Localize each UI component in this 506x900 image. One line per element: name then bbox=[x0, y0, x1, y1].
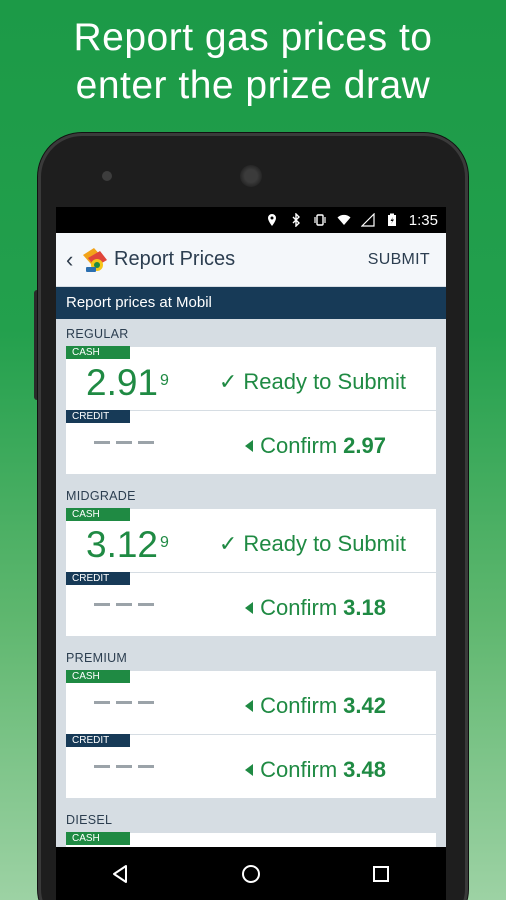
credit-badge: CREDIT bbox=[66, 410, 130, 423]
promo-headline: Report gas prices to enter the prize dra… bbox=[0, 14, 506, 110]
confirm-value: 3.18 bbox=[343, 595, 386, 620]
confirm-button[interactable]: Confirm 2.97 bbox=[245, 433, 386, 459]
phone-screen: 1:35 ‹ Report Prices SUBMIT Report price… bbox=[56, 207, 446, 900]
grade-section-diesel: DIESEL CASH bbox=[56, 805, 446, 847]
grade-label: REGULAR bbox=[66, 327, 129, 341]
credit-price-row[interactable]: CREDIT Confirm 3.18 bbox=[66, 572, 436, 637]
status-bar: 1:35 bbox=[56, 207, 446, 233]
system-nav-bar bbox=[56, 847, 446, 900]
credit-badge: CREDIT bbox=[66, 572, 130, 585]
cash-price-row[interactable]: CASH Confirm 3.42 bbox=[66, 670, 436, 735]
confirm-label: Confirm bbox=[260, 693, 338, 718]
page-title: Report Prices bbox=[114, 248, 236, 270]
credit-badge: CREDIT bbox=[66, 734, 130, 747]
status-time: 1:35 bbox=[408, 211, 438, 229]
confirm-value: 3.48 bbox=[343, 757, 386, 782]
grade-label: MIDGRADE bbox=[66, 489, 136, 503]
empty-price-dashes bbox=[94, 699, 154, 705]
cash-price-row[interactable]: CASH 2.91 9 ✓ Ready to Submit bbox=[66, 346, 436, 411]
credit-price-row[interactable]: CREDIT Confirm 3.48 bbox=[66, 734, 436, 799]
nav-home-button[interactable] bbox=[221, 847, 281, 900]
headline-line-2: enter the prize draw bbox=[75, 64, 431, 107]
empty-price-dashes bbox=[94, 601, 154, 607]
nav-back-button[interactable] bbox=[91, 847, 151, 900]
wifi-icon bbox=[337, 214, 351, 225]
grade-label: PREMIUM bbox=[66, 651, 128, 665]
recents-square-icon bbox=[373, 865, 389, 882]
confirm-label: Confirm bbox=[260, 433, 338, 458]
cash-price-row[interactable]: CASH bbox=[66, 832, 436, 847]
price-value: 2.91 9 bbox=[86, 363, 169, 403]
empty-price-dashes bbox=[94, 763, 154, 769]
confirm-label: Confirm bbox=[260, 595, 338, 620]
home-circle-icon bbox=[242, 864, 260, 883]
confirm-value: 3.42 bbox=[343, 693, 386, 718]
grade-section-regular: REGULAR CASH 2.91 9 ✓ Ready to Submit CRE… bbox=[56, 319, 446, 475]
back-triangle-icon bbox=[113, 864, 127, 883]
price-main: 3.12 bbox=[86, 524, 159, 565]
price-tenth: 9 bbox=[160, 372, 169, 389]
price-main: 2.91 bbox=[86, 362, 159, 403]
cash-price-row[interactable]: CASH 3.12 9 ✓ Ready to Submit bbox=[66, 508, 436, 573]
cash-badge: CASH bbox=[66, 832, 130, 845]
app-bar: ‹ Report Prices SUBMIT bbox=[56, 233, 446, 287]
submit-button[interactable]: SUBMIT bbox=[368, 251, 430, 269]
triangle-left-icon bbox=[245, 440, 254, 452]
gas-app-logo bbox=[83, 247, 107, 272]
confirm-value: 2.97 bbox=[343, 433, 386, 458]
bluetooth-icon bbox=[292, 213, 300, 227]
price-value: 3.12 9 bbox=[86, 525, 169, 565]
station-subheader: Report prices at Mobil bbox=[56, 287, 446, 319]
battery-icon bbox=[387, 213, 396, 226]
front-camera bbox=[102, 171, 112, 181]
ready-status: ✓ Ready to Submit bbox=[218, 369, 406, 394]
confirm-button[interactable]: Confirm 3.18 bbox=[245, 595, 386, 621]
empty-price-dashes bbox=[94, 439, 154, 445]
cash-badge: CASH bbox=[66, 346, 130, 359]
nav-recents-button[interactable] bbox=[351, 847, 411, 900]
triangle-left-icon bbox=[245, 764, 254, 776]
earpiece-speaker bbox=[240, 165, 262, 187]
confirm-label: Confirm bbox=[260, 757, 338, 782]
grade-section-premium: PREMIUM CASH Confirm 3.42 CREDIT Confirm… bbox=[56, 643, 446, 799]
ready-status: ✓ Ready to Submit bbox=[218, 531, 406, 556]
price-tenth: 9 bbox=[160, 534, 169, 551]
confirm-button[interactable]: Confirm 3.48 bbox=[245, 757, 386, 783]
location-icon bbox=[267, 214, 276, 226]
triangle-left-icon bbox=[245, 700, 254, 712]
grade-label: DIESEL bbox=[66, 813, 113, 827]
price-list[interactable]: REGULAR CASH 2.91 9 ✓ Ready to Submit CRE… bbox=[56, 319, 446, 847]
chevron-left-icon[interactable]: ‹ bbox=[66, 247, 78, 273]
credit-price-row[interactable]: CREDIT Confirm 2.97 bbox=[66, 410, 436, 475]
grade-section-midgrade: MIDGRADE CASH 3.12 9 ✓ Ready to Submit CR… bbox=[56, 481, 446, 637]
signal-icon bbox=[360, 213, 375, 227]
headline-line-1: Report gas prices to bbox=[73, 16, 433, 59]
cash-badge: CASH bbox=[66, 670, 130, 683]
confirm-button[interactable]: Confirm 3.42 bbox=[245, 693, 386, 719]
triangle-left-icon bbox=[245, 602, 254, 614]
vibrate-icon bbox=[314, 214, 326, 226]
cash-badge: CASH bbox=[66, 508, 130, 521]
